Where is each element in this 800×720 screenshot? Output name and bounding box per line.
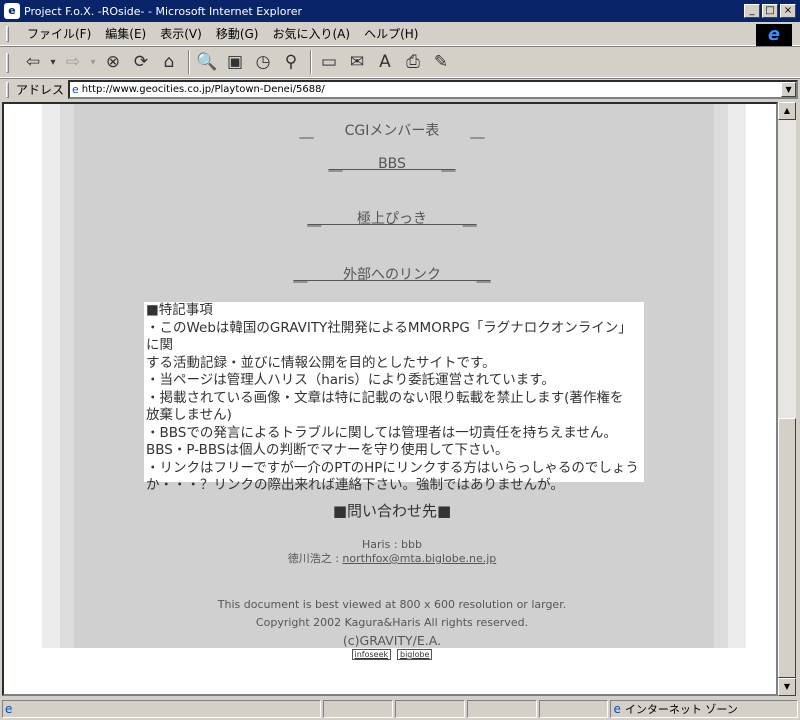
notice-line: 放棄しません): [146, 407, 232, 423]
nav-link-cgi-members[interactable]: __ CGIメンバー表 __: [4, 120, 776, 140]
nav-link-label[interactable]: 外部へのリンク: [343, 267, 441, 283]
nav-link-gokujo-pikki[interactable]: __ 極上ぴっき __: [4, 208, 776, 228]
close-button[interactable]: ×: [780, 4, 796, 18]
toolbar-separator: [310, 50, 312, 74]
contact-email-link[interactable]: northfox@mta.biglobe.ne.jp: [342, 552, 496, 565]
status-panel: [466, 700, 537, 718]
notice-heading: ■特記事項: [146, 302, 213, 318]
status-panel: [395, 700, 465, 718]
status-panel: [323, 700, 393, 718]
edit-icon[interactable]: ✎: [428, 49, 454, 75]
refresh-icon[interactable]: ⟳: [128, 49, 154, 75]
ie-app-icon[interactable]: e: [4, 3, 20, 19]
nav-link-label[interactable]: BBS: [378, 156, 406, 172]
page-icon: e: [72, 83, 79, 96]
menu-file[interactable]: ファイル(F): [20, 25, 98, 42]
back-dropdown-icon[interactable]: ▾: [48, 49, 58, 75]
print-icon[interactable]: ⎙: [400, 49, 426, 75]
internet-zone-icon: e: [613, 702, 621, 716]
page-viewport: __ CGIメンバー表 __ __ BBS __ __ 極上ぴっき __ __ …: [2, 102, 778, 696]
forward-icon[interactable]: ⇨: [60, 49, 86, 75]
maximize-button[interactable]: □: [762, 4, 778, 18]
nav-link-bbs[interactable]: __ BBS __: [4, 156, 776, 172]
notice-box: ■特記事項 ・このWebは韓国のGRAVITY社開発によるMMORPG「ラグナロ…: [144, 302, 644, 493]
stop-icon[interactable]: ⊗: [100, 49, 126, 75]
address-grip[interactable]: [6, 82, 9, 98]
history-icon[interactable]: ◷: [250, 49, 276, 75]
status-text-panel: e: [2, 700, 322, 718]
menu-help[interactable]: ヘルプ(H): [357, 25, 425, 42]
footer-resolution-note: This document is best viewed at 800 x 60…: [217, 598, 567, 611]
toolbar-separator: [188, 50, 190, 74]
notice-line: ・このWebは韓国のGRAVITY社開発によるMMORPG「ラグナロクオンライン…: [146, 319, 632, 354]
infoseek-badge[interactable]: infoseek: [351, 649, 392, 660]
contact-info: Haris : bbb 徳川浩之 : northfox@mta.biglobe.…: [4, 538, 776, 566]
nav-link-external-links[interactable]: __ 外部へのリンク __: [4, 264, 776, 284]
address-label: アドレス: [16, 83, 65, 97]
window-title: Project F.o.X. -ROside- - Microsoft Inte…: [24, 4, 303, 18]
home-icon[interactable]: ⌂: [156, 49, 182, 75]
scroll-thumb[interactable]: [778, 418, 796, 678]
menu-go[interactable]: 移動(G): [209, 25, 266, 42]
contact-haris: Haris : bbb: [362, 538, 422, 551]
contact-heading: ■問い合わせ先■: [332, 502, 452, 520]
forward-dropdown-icon[interactable]: ▾: [88, 49, 98, 75]
title-bar: e Project F.o.X. -ROside- - Microsoft In…: [0, 0, 800, 22]
font-icon[interactable]: A: [372, 49, 398, 75]
nav-link-label[interactable]: 極上ぴっき: [357, 211, 427, 227]
security-zone-panel: e インターネット ゾーン: [610, 700, 798, 718]
notice-line: か・・・？リンクの際出来れば連絡下さい。強制ではありませんが。: [146, 477, 564, 493]
nav-link-label[interactable]: CGIメンバー表: [345, 123, 440, 139]
toolbar-grip[interactable]: [6, 53, 9, 73]
contact-name: 徳川浩之 :: [287, 552, 343, 565]
zone-label: インターネット ゾーン: [624, 703, 738, 716]
search-icon[interactable]: 🔍: [194, 49, 220, 75]
menu-grip[interactable]: [6, 26, 9, 42]
notice-line: する活動記録・並びに情報公開を目的としたサイトです。: [146, 354, 496, 371]
footer-copyright: Copyright 2002 Kagura&Haris All rights r…: [255, 616, 529, 629]
fullscreen-icon[interactable]: ▭: [316, 49, 342, 75]
favorites-icon[interactable]: ▣: [222, 49, 248, 75]
back-icon[interactable]: ⇦: [20, 49, 46, 75]
notice-line: ・当ページは管理人ハリス（haris）により委託運営されています。: [146, 372, 555, 388]
address-input[interactable]: e http://www.geocities.co.jp/Playtown-De…: [68, 80, 799, 99]
scroll-down-icon[interactable]: ▼: [778, 678, 796, 696]
status-panel: [538, 700, 609, 718]
minimize-button[interactable]: _: [744, 4, 760, 18]
biglobe-badge[interactable]: biglobe: [396, 649, 433, 660]
scroll-up-icon[interactable]: ▲: [778, 102, 796, 120]
address-url[interactable]: http://www.geocities.co.jp/Playtown-Dene…: [82, 84, 325, 95]
badge-row: infoseek biglobe: [4, 646, 776, 660]
notice-line: ・リンクはフリーですが一介のPTのHPにリンクする方はいらっしゃるのでしょう: [146, 459, 639, 476]
footer: This document is best viewed at 800 x 60…: [4, 596, 776, 650]
notice-line: ・掲載されている画像・文章は特に記載のない限り転載を禁止します(著作権を: [146, 389, 624, 406]
menu-edit[interactable]: 編集(E): [98, 25, 153, 42]
status-bar: e e インターネット ゾーン: [0, 698, 800, 720]
address-bar: アドレス e http://www.geocities.co.jp/Playto…: [0, 78, 800, 100]
notice-line: ・BBSでの発言によるトラブルに関しては管理者は一切責任を持ちえません。: [146, 424, 617, 441]
channels-icon[interactable]: ⚲: [278, 49, 304, 75]
notice-line: BBS・P-BBSは個人の判断でマナーを守り使用して下さい。: [146, 442, 509, 458]
ie-throbber-logo: e: [756, 24, 792, 46]
mail-icon[interactable]: ✉: [344, 49, 370, 75]
menu-bar: ファイル(F) 編集(E) 表示(V) 移動(G) お気に入り(A) ヘルプ(H…: [0, 22, 800, 46]
page-status-icon: e: [5, 702, 13, 716]
menu-favorites[interactable]: お気に入り(A): [265, 25, 357, 42]
address-dropdown-icon[interactable]: ▼: [781, 82, 797, 97]
toolbar: ⇦ ▾ ⇨ ▾ ⊗ ⟳ ⌂ 🔍 ▣ ◷ ⚲ ▭ ✉ A ⎙ ✎: [0, 46, 800, 78]
vertical-scrollbar[interactable]: ▲ ▼: [778, 102, 796, 696]
menu-view[interactable]: 表示(V): [153, 25, 209, 42]
